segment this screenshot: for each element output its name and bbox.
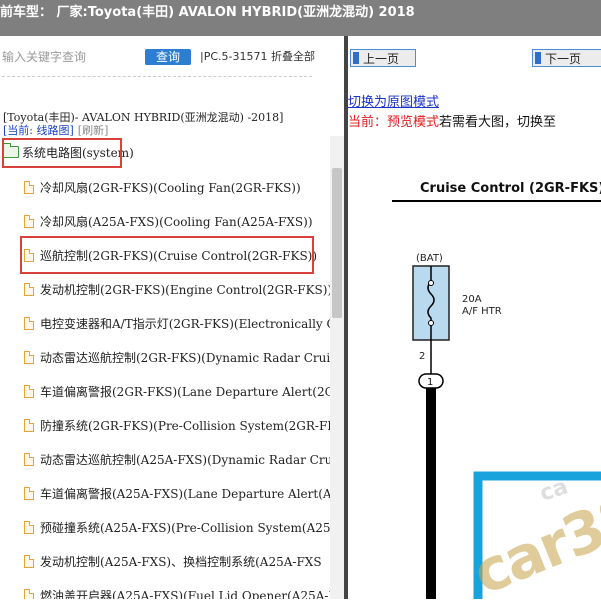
fuse-terminal-top — [428, 280, 434, 286]
refresh-link[interactable]: [刷新] — [78, 124, 109, 137]
divider-line — [2, 76, 312, 77]
tree-item-label: 冷却风扇(2GR-FKS)(Cooling Fan(2GR-FKS)) — [40, 181, 301, 195]
tree-item-label: 车道偏离警报(2GR-FKS)(Lane Departure Alert(2GR… — [40, 385, 330, 399]
tree-item-label: 发动机控制(2GR-FKS)(Engine Control(2GR-FKS)) — [40, 283, 330, 297]
document-icon — [24, 351, 34, 364]
tree-item-label: 冷却风扇(A25A-FXS)(Cooling Fan(A25A-FXS)) — [40, 215, 313, 229]
tree-scrollbar-thumb[interactable] — [332, 168, 342, 318]
tree-item-label: 发动机控制(A25A-FXS)、换档控制系统(A25A-FXS — [40, 555, 322, 569]
tree-item[interactable]: 发动机控制(A25A-FXS)、换档控制系统(A25A-FXS — [24, 553, 330, 575]
current-mode-prefix: 当前： — [348, 115, 388, 130]
document-icon — [24, 283, 34, 296]
tree-item-label: 车道偏离警报(A25A-FXS)(Lane Departure Alert(A2… — [40, 487, 330, 501]
tree-item[interactable]: 冷却风扇(A25A-FXS)(Cooling Fan(A25A-FXS)) — [24, 213, 330, 235]
pc-number: PC.5-31571 — [203, 50, 268, 63]
tree-item[interactable]: 燃油盖开启器(A25A-FXS)(Fuel Lid Opener(A25A-FX… — [24, 587, 330, 599]
search-bar: 查询 |PC.5-31571 折叠全部 — [0, 46, 344, 70]
tree-item[interactable]: 发动机控制(2GR-FKS)(Engine Control(2GR-FKS)) — [24, 281, 330, 303]
tree-item[interactable]: 动态雷达巡航控制(A25A-FXS)(Dynamic Radar Crui — [24, 451, 330, 473]
page-title: 前车型： 厂家:Toyota(丰田) AVALON HYBRID(亚洲龙混动) … — [0, 5, 415, 20]
diagram-title: Cruise Control (2GR-FKS) — [420, 181, 601, 196]
tree-item-label: 动态雷达巡航控制(2GR-FKS)(Dynamic Radar Cruise — [40, 351, 330, 365]
tree-item[interactable]: 动态雷达巡航控制(2GR-FKS)(Dynamic Radar Cruise — [24, 349, 330, 371]
tree-item[interactable]: 防撞系统(2GR-FKS)(Pre-Collision System(2GR-F… — [24, 417, 330, 439]
tree-item-label: 预碰撞系统(A25A-FXS)(Pre-Collision System(A25… — [40, 521, 330, 535]
tree-scrollbar[interactable] — [330, 136, 344, 599]
prev-page-button[interactable]: 上一页 — [350, 49, 416, 67]
document-icon — [24, 521, 34, 534]
tree-item-label: 防撞系统(2GR-FKS)(Pre-Collision System(2GR-F… — [40, 419, 330, 433]
window-header: 前车型： 厂家:Toyota(丰田) AVALON HYBRID(亚洲龙混动) … — [0, 0, 601, 36]
fuse-terminal-bottom — [428, 320, 434, 326]
left-panel: 查询 |PC.5-31571 折叠全部 [Toyota(丰田)- AVALON … — [0, 36, 344, 599]
document-icon — [24, 419, 34, 432]
tree-item[interactable]: 预碰撞系统(A25A-FXS)(Pre-Collision System(A25… — [24, 519, 330, 541]
document-icon — [24, 453, 34, 466]
collapse-all-link[interactable]: 折叠全部 — [271, 50, 315, 63]
document-icon — [24, 487, 34, 500]
fuse-name-label: A/F HTR — [462, 306, 502, 317]
document-icon — [24, 181, 34, 194]
switch-original-mode-link[interactable]: 切换为原图模式 — [348, 91, 439, 110]
search-input[interactable] — [0, 47, 142, 67]
document-icon — [24, 215, 34, 228]
current-mode-text: 当前：预览模式若需看大图，切换至 — [348, 111, 556, 130]
tree-item[interactable]: 车道偏离警报(2GR-FKS)(Lane Departure Alert(2GR… — [24, 383, 330, 405]
bat-label: (BAT) — [416, 253, 443, 264]
tree-item-label: 动态雷达巡航控制(A25A-FXS)(Dynamic Radar Crui — [40, 453, 330, 467]
current-mode-hint: 若需看大图，切换至 — [439, 115, 557, 130]
document-icon — [24, 555, 34, 568]
current-view-link[interactable]: [当前: 线路图] — [3, 124, 74, 137]
highlight-box-selected — [20, 236, 314, 274]
tree-item-label: 电控变速器和A/T指示灯(2GR-FKS)(Electronically C — [40, 317, 330, 331]
current-mode-value: 预览模式 — [387, 115, 440, 130]
connector-label: 1 — [427, 377, 433, 388]
pin-label: 2 — [419, 351, 425, 362]
tree-item[interactable]: 车道偏离警报(A25A-FXS)(Lane Departure Alert(A2… — [24, 485, 330, 507]
fuse-amp-label: 20A — [462, 294, 482, 305]
tree-item-label: 燃油盖开启器(A25A-FXS)(Fuel Lid Opener(A25A-FX… — [40, 589, 330, 599]
pc-info: |PC.5-31571 折叠全部 — [200, 48, 315, 64]
document-icon — [24, 317, 34, 330]
query-button[interactable]: 查询 — [145, 49, 191, 65]
highlight-box-root — [2, 138, 122, 168]
current-location: [当前: 线路图] [刷新] — [3, 122, 108, 138]
main-wire — [426, 388, 436, 599]
tree-item[interactable]: 冷却风扇(2GR-FKS)(Cooling Fan(2GR-FKS)) — [24, 179, 330, 201]
document-icon — [24, 385, 34, 398]
document-icon — [24, 589, 34, 599]
next-page-button[interactable]: 下一页 — [532, 49, 601, 67]
tree-item[interactable]: 电控变速器和A/T指示灯(2GR-FKS)(Electronically C — [24, 315, 330, 337]
